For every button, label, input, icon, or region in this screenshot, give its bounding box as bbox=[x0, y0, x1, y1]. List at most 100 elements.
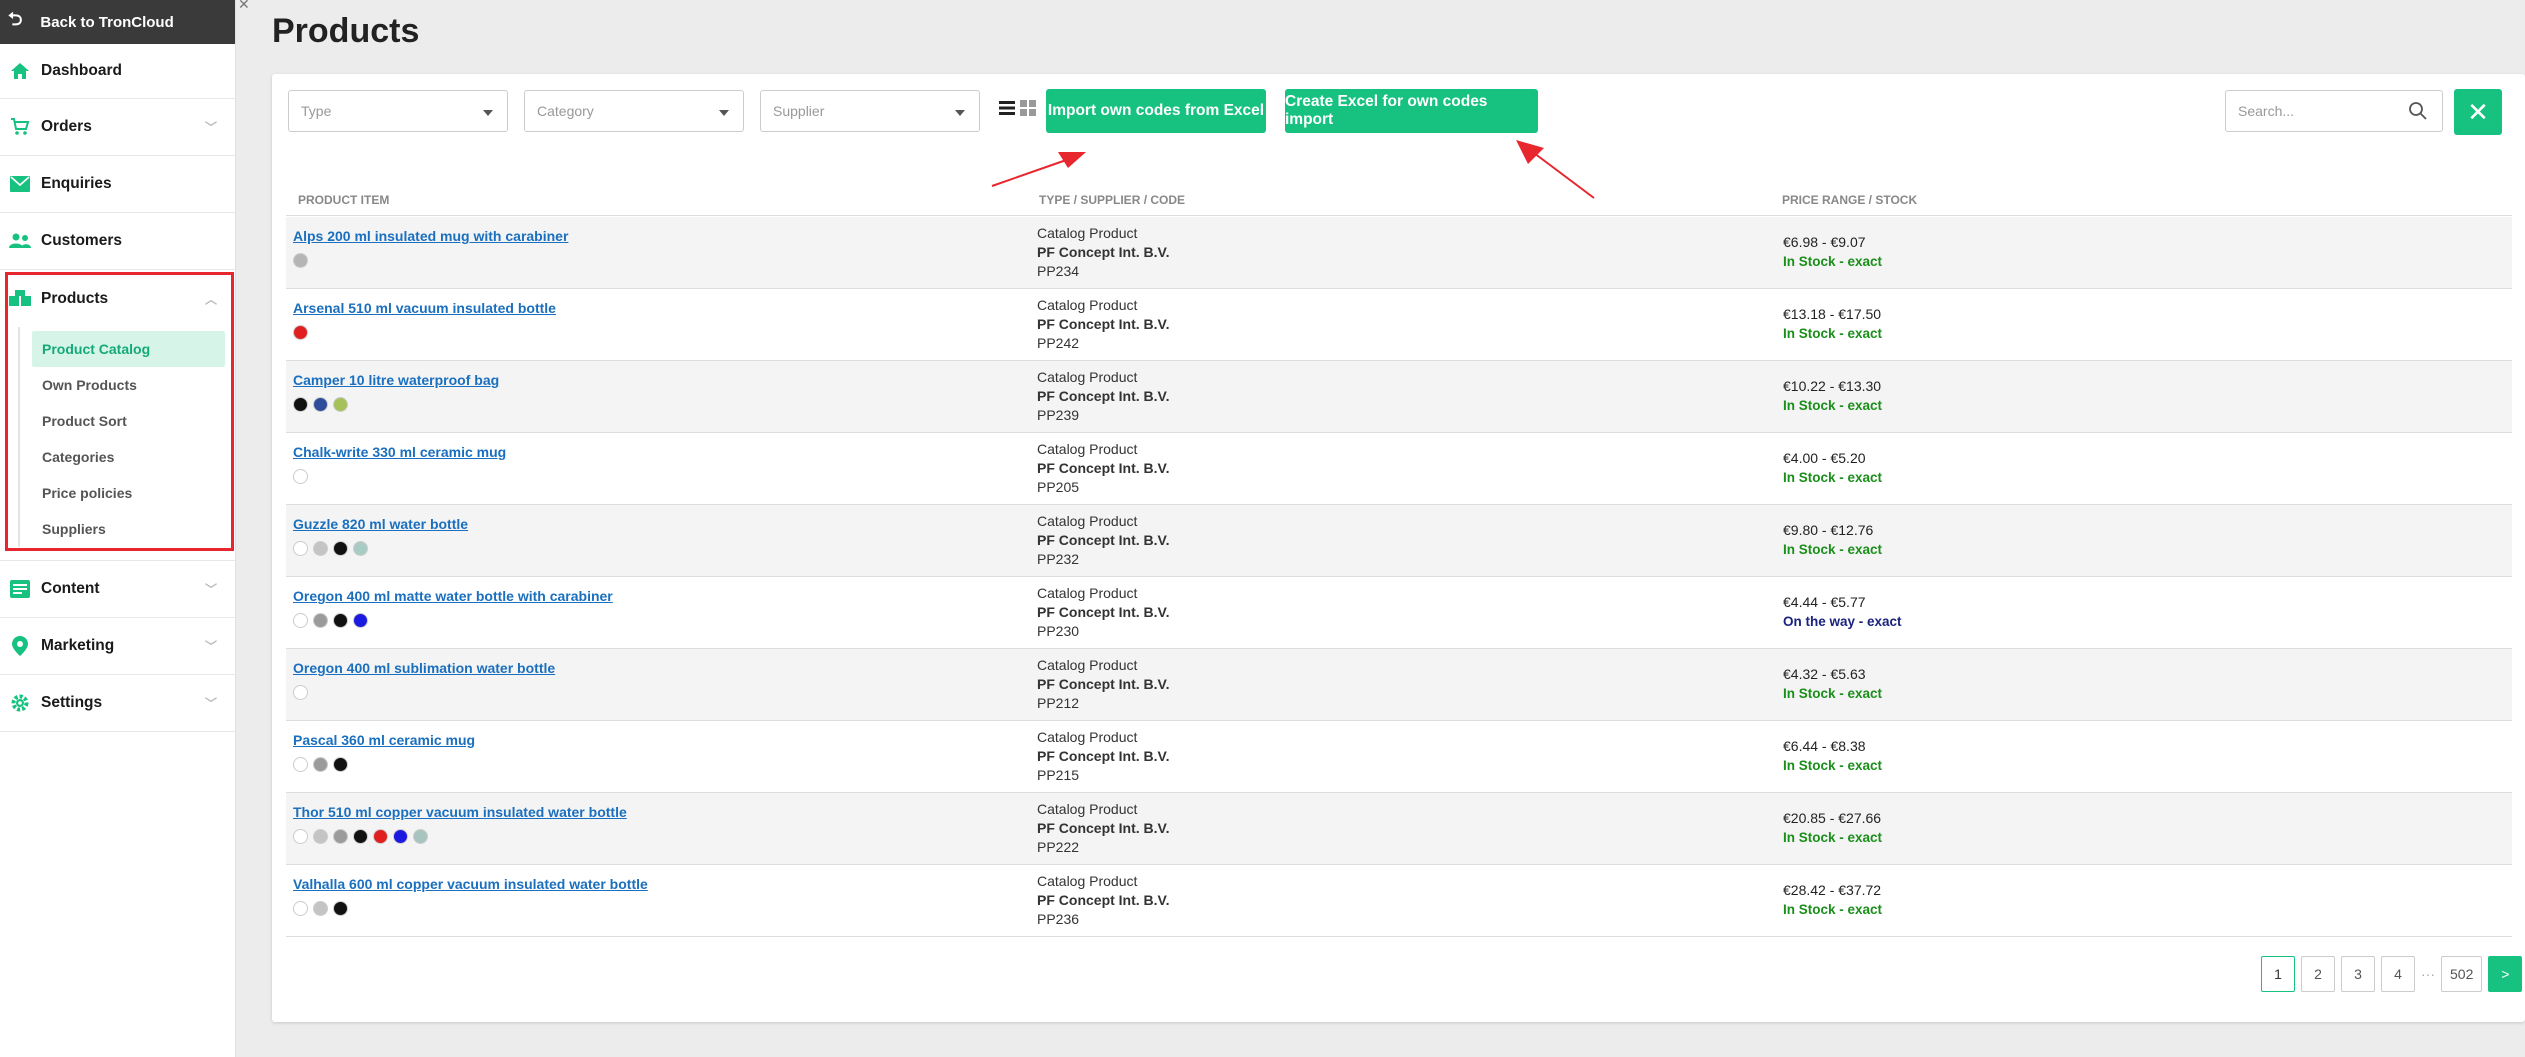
table-row: Thor 510 ml copper vacuum insulated wate… bbox=[286, 793, 2512, 865]
users-icon bbox=[9, 230, 31, 252]
product-type: Catalog Product bbox=[1037, 225, 1138, 241]
sidebar-item-content[interactable]: Content ﹀ bbox=[0, 561, 235, 618]
product-name-link[interactable]: Alps 200 ml insulated mug with carabiner bbox=[293, 228, 568, 244]
color-swatch bbox=[333, 397, 348, 412]
content-icon bbox=[9, 578, 31, 600]
product-type: Catalog Product bbox=[1037, 801, 1138, 817]
create-excel-button[interactable]: Create Excel for own codes import bbox=[1285, 89, 1538, 133]
color-swatch bbox=[353, 541, 368, 556]
color-swatch bbox=[293, 829, 308, 844]
supplier-name: PF Concept Int. B.V. bbox=[1037, 532, 1170, 548]
product-name-link[interactable]: Arsenal 510 ml vacuum insulated bottle bbox=[293, 300, 556, 316]
type-supplier-code: Catalog Product PF Concept Int. B.V. PP230 bbox=[1037, 584, 1170, 641]
product-name-link[interactable]: Camper 10 litre waterproof bag bbox=[293, 372, 499, 388]
supplier-name: PF Concept Int. B.V. bbox=[1037, 316, 1170, 332]
product-code: PP232 bbox=[1037, 551, 1080, 567]
page-button-4[interactable]: 4 bbox=[2381, 956, 2415, 992]
price-range: €20.85 - €27.66 bbox=[1783, 810, 1882, 826]
stock-status: In Stock - exact bbox=[1783, 470, 1883, 485]
sidebar-item-settings[interactable]: Settings ﹀ bbox=[0, 675, 235, 732]
sidebar-item-enquiries[interactable]: Enquiries bbox=[0, 156, 235, 213]
page-button-3[interactable]: 3 bbox=[2341, 956, 2375, 992]
cart-icon bbox=[9, 116, 31, 138]
stock-status: In Stock - exact bbox=[1783, 902, 1883, 917]
price-stock: €4.00 - €5.20 In Stock - exact bbox=[1783, 449, 1882, 487]
table-row: Camper 10 litre waterproof bag Catalog Pr… bbox=[286, 361, 2512, 433]
page-button-2[interactable]: 2 bbox=[2301, 956, 2335, 992]
product-type: Catalog Product bbox=[1037, 441, 1138, 457]
close-button[interactable]: ✕ bbox=[2454, 89, 2502, 135]
product-name-link[interactable]: Thor 510 ml copper vacuum insulated wate… bbox=[293, 804, 627, 820]
color-swatch bbox=[293, 757, 308, 772]
sidebar-item-customers[interactable]: Customers bbox=[0, 213, 235, 270]
color-swatch bbox=[393, 829, 408, 844]
table-row: Oregon 400 ml matte water bottle with ca… bbox=[286, 577, 2512, 649]
price-stock: €13.18 - €17.50 In Stock - exact bbox=[1783, 305, 1882, 343]
table-row: Alps 200 ml insulated mug with carabiner… bbox=[286, 217, 2512, 289]
product-type: Catalog Product bbox=[1037, 297, 1138, 313]
product-name-link[interactable]: Guzzle 820 ml water bottle bbox=[293, 516, 468, 532]
sidebar-item-label: Content bbox=[41, 580, 100, 597]
chevron-down-icon: ﹀ bbox=[204, 696, 217, 711]
product-name-link[interactable]: Pascal 360 ml ceramic mug bbox=[293, 732, 475, 748]
sidebar-item-label: Settings bbox=[41, 694, 103, 711]
product-code: PP236 bbox=[1037, 911, 1080, 927]
color-swatches bbox=[293, 541, 368, 556]
product-name-link[interactable]: Oregon 400 ml sublimation water bottle bbox=[293, 660, 555, 676]
type-supplier-code: Catalog Product PF Concept Int. B.V. PP205 bbox=[1037, 440, 1170, 497]
product-name-link[interactable]: Valhalla 600 ml copper vacuum insulated … bbox=[293, 876, 648, 892]
color-swatch bbox=[313, 541, 328, 556]
color-swatch bbox=[313, 757, 328, 772]
color-swatch bbox=[293, 613, 308, 628]
type-supplier-code: Catalog Product PF Concept Int. B.V. PP242 bbox=[1037, 296, 1170, 353]
price-stock: €6.44 - €8.38 In Stock - exact bbox=[1783, 737, 1882, 775]
color-swatch bbox=[293, 253, 308, 268]
grid-view-icon[interactable] bbox=[1020, 100, 1036, 116]
color-swatch bbox=[293, 469, 308, 484]
page-button-1[interactable]: 1 bbox=[2261, 956, 2295, 992]
sidebar-item-dashboard[interactable]: Dashboard bbox=[0, 44, 235, 99]
stock-status: In Stock - exact bbox=[1783, 398, 1883, 413]
supplier-name: PF Concept Int. B.V. bbox=[1037, 460, 1170, 476]
import-own-codes-button[interactable]: Import own codes from Excel bbox=[1046, 89, 1266, 133]
back-to-troncloud-link[interactable]: ⮌ Back to TronCloud bbox=[0, 0, 235, 44]
type-supplier-code: Catalog Product PF Concept Int. B.V. PP215 bbox=[1037, 728, 1170, 785]
category-filter-select[interactable]: Category bbox=[524, 90, 744, 132]
category-filter-placeholder: Category bbox=[537, 103, 594, 119]
next-page-button[interactable]: > bbox=[2488, 956, 2523, 992]
price-range: €4.44 - €5.77 bbox=[1783, 594, 1866, 610]
products-highlight-box bbox=[5, 272, 234, 551]
product-code: PP239 bbox=[1037, 407, 1080, 423]
stock-status: In Stock - exact bbox=[1783, 830, 1883, 845]
type-supplier-code: Catalog Product PF Concept Int. B.V. PP232 bbox=[1037, 512, 1170, 569]
search-input[interactable]: Search... bbox=[2225, 90, 2443, 132]
type-filter-placeholder: Type bbox=[301, 103, 332, 119]
product-code: PP215 bbox=[1037, 767, 1080, 783]
table-row: Valhalla 600 ml copper vacuum insulated … bbox=[286, 865, 2512, 937]
table-row: Guzzle 820 ml water bottle Catalog Produc… bbox=[286, 505, 2512, 577]
collapse-sidebar-icon[interactable]: ✕ bbox=[238, 0, 250, 13]
pagination: 1 2 3 4 ··· 502 > bbox=[2261, 956, 2523, 992]
supplier-name: PF Concept Int. B.V. bbox=[1037, 388, 1170, 404]
stock-status: In Stock - exact bbox=[1783, 326, 1883, 341]
list-view-icon[interactable] bbox=[999, 100, 1015, 116]
sidebar-item-orders[interactable]: Orders ﹀ bbox=[0, 99, 235, 156]
product-code: PP205 bbox=[1037, 479, 1080, 495]
color-swatches bbox=[293, 253, 308, 268]
sidebar-item-marketing[interactable]: Marketing ﹀ bbox=[0, 618, 235, 675]
color-swatch bbox=[293, 901, 308, 916]
color-swatch bbox=[413, 829, 428, 844]
color-swatch bbox=[313, 901, 328, 916]
page-button-last[interactable]: 502 bbox=[2441, 956, 2483, 992]
caret-down-icon bbox=[955, 110, 965, 116]
product-code: PP230 bbox=[1037, 623, 1080, 639]
product-name-link[interactable]: Chalk-write 330 ml ceramic mug bbox=[293, 444, 506, 460]
product-type: Catalog Product bbox=[1037, 657, 1138, 673]
color-swatches bbox=[293, 685, 308, 700]
table-row: Arsenal 510 ml vacuum insulated bottle Ca… bbox=[286, 289, 2512, 361]
product-name-link[interactable]: Oregon 400 ml matte water bottle with ca… bbox=[293, 588, 613, 604]
supplier-filter-select[interactable]: Supplier bbox=[760, 90, 980, 132]
type-filter-select[interactable]: Type bbox=[288, 90, 508, 132]
price-range: €6.98 - €9.07 bbox=[1783, 234, 1866, 250]
color-swatch bbox=[313, 829, 328, 844]
